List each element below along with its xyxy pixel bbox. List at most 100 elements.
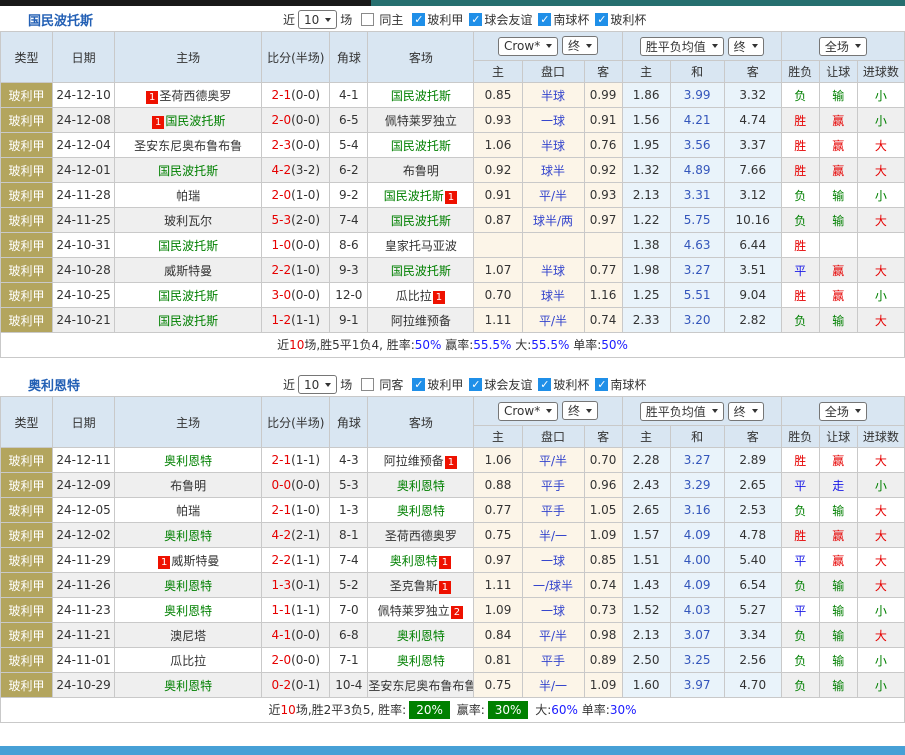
home-team-cell: 帕瑞 [115,498,262,523]
odds-home-cell [474,233,522,258]
league-checkbox[interactable]: ✓ [595,378,608,391]
league-checkbox[interactable]: ✓ [538,13,551,26]
top-window-strip [0,0,905,6]
fulltime-score: 2-0 [271,653,291,667]
league-checkbox[interactable]: ✓ [469,13,482,26]
recent-games-select[interactable]: 10 [298,375,337,394]
col-header-avg-draw: 和 [670,61,724,83]
odds-company-select[interactable]: Crow* [498,402,558,421]
odds-home-cell: 0.84 [474,623,522,648]
col-header-avg-away: 客 [724,61,781,83]
fulltime-score: 0-0 [271,478,291,492]
league-cell: 玻利甲 [1,158,53,183]
league-checkbox[interactable]: ✓ [412,13,425,26]
avg-group-header: 胜平负均值 终 [622,32,781,61]
odds-final-select[interactable]: 终 [562,36,598,55]
fulltime-score: 5-3 [271,213,291,227]
avg-group-header: 胜平负均值 终 [622,397,781,426]
league-cell: 玻利甲 [1,208,53,233]
wdl-result-cell: 负 [781,573,819,598]
goals-result-cell: 大 [857,258,904,283]
avg-draw-cell: 5.75 [670,208,724,233]
wdl-result-cell: 胜 [781,158,819,183]
handicap-result-cell: 输 [819,498,857,523]
odds-away-cell: 0.76 [584,133,622,158]
goals-result-cell: 小 [857,598,904,623]
league-checkbox[interactable]: ✓ [595,13,608,26]
match-row: 玻利甲24-12-05帕瑞2-1(1-0)1-3奥利恩特0.77平手1.052.… [1,498,905,523]
avg-away-cell: 3.34 [724,623,781,648]
home-team-cell: 1威斯特曼 [115,548,262,573]
avg-away-cell: 6.54 [724,573,781,598]
odds-home-cell: 1.07 [474,258,522,283]
full-match-select[interactable]: 全场 [819,402,867,421]
summary-stat: 10 [289,338,304,352]
recent-games-select[interactable]: 10 [298,10,337,29]
summary-text: 近 [277,338,289,352]
corner-cell: 1-3 [330,498,368,523]
odds-home-cell: 0.92 [474,158,522,183]
handicap-cell: 球半 [522,158,584,183]
home-team-cell: 澳尼塔 [115,623,262,648]
avg-final-select[interactable]: 终 [728,402,764,421]
home-team-cell: 奥利恩特 [115,573,262,598]
team-name: 国民波托斯 [391,264,451,278]
team-name: 奥利恩特 [397,629,445,643]
avg-away-cell: 2.65 [724,473,781,498]
handicap-cell: 半/一 [522,523,584,548]
odds-home-cell: 0.97 [474,548,522,573]
away-team-cell: 瓜比拉1 [368,283,474,308]
odds-home-cell: 0.93 [474,108,522,133]
odds-final-select[interactable]: 终 [562,401,598,420]
home-team-cell: 国民波托斯 [115,283,262,308]
match-row: 玻利甲24-12-11奥利恩特2-1(1-1)4-3阿拉维预备11.06平/半0… [1,448,905,473]
wdl-result-cell: 负 [781,183,819,208]
full-match-select[interactable]: 全场 [819,37,867,56]
odds-company-select[interactable]: Crow* [498,37,558,56]
summary-text: 近 [269,703,281,717]
handicap-result-cell: 赢 [819,548,857,573]
odds-away-cell: 1.09 [584,673,622,698]
avg-odds-select[interactable]: 胜平负均值 [640,402,724,421]
odds-away-cell: 1.09 [584,523,622,548]
col-header-wdl: 胜负 [781,426,819,448]
corner-cell: 9-2 [330,183,368,208]
col-header-avg-draw: 和 [670,426,724,448]
same-venue-checkbox[interactable] [361,378,374,391]
avg-odds-select[interactable]: 胜平负均值 [640,37,724,56]
goals-result-cell: 小 [857,183,904,208]
halftime-score: (0-0) [291,628,320,642]
team-name: 奥利恩特 [397,654,445,668]
fulltime-score: 2-0 [271,188,291,202]
away-team-cell: 奥利恩特 [368,623,474,648]
avg-away-cell: 3.12 [724,183,781,208]
col-header-goals-result: 进球数 [857,61,904,83]
fulltime-score: 2-1 [271,503,291,517]
chevron-down-icon [752,409,758,413]
same-venue-checkbox[interactable] [361,13,374,26]
fulltime-score: 4-1 [271,628,291,642]
avg-final-select[interactable]: 终 [728,37,764,56]
league-checkbox[interactable]: ✓ [412,378,425,391]
away-team-cell: 布鲁明 [368,158,474,183]
avg-draw-cell: 3.56 [670,133,724,158]
date-cell: 24-10-25 [53,283,115,308]
league-checkbox[interactable]: ✓ [538,378,551,391]
corner-cell: 6-8 [330,623,368,648]
team-name: 国民波托斯 [391,89,451,103]
goals-result-cell: 大 [857,573,904,598]
goals-result-cell: 小 [857,473,904,498]
score-cell: 4-2(3-2) [262,158,330,183]
avg-draw-cell: 3.20 [670,308,724,333]
league-checkbox[interactable]: ✓ [469,378,482,391]
score-cell: 2-2(1-1) [262,548,330,573]
score-cell: 2-2(1-0) [262,258,330,283]
chevron-down-icon [855,409,861,413]
corner-cell: 5-4 [330,133,368,158]
goals-result-cell: 大 [857,448,904,473]
home-team-cell: 奥利恩特 [115,598,262,623]
match-row: 玻利甲24-12-101圣荷西德奥罗2-1(0-0)4-1国民波托斯0.85半球… [1,83,905,108]
odds-away-cell: 0.96 [584,473,622,498]
avg-away-cell: 3.51 [724,258,781,283]
goals-result-cell: 小 [857,83,904,108]
